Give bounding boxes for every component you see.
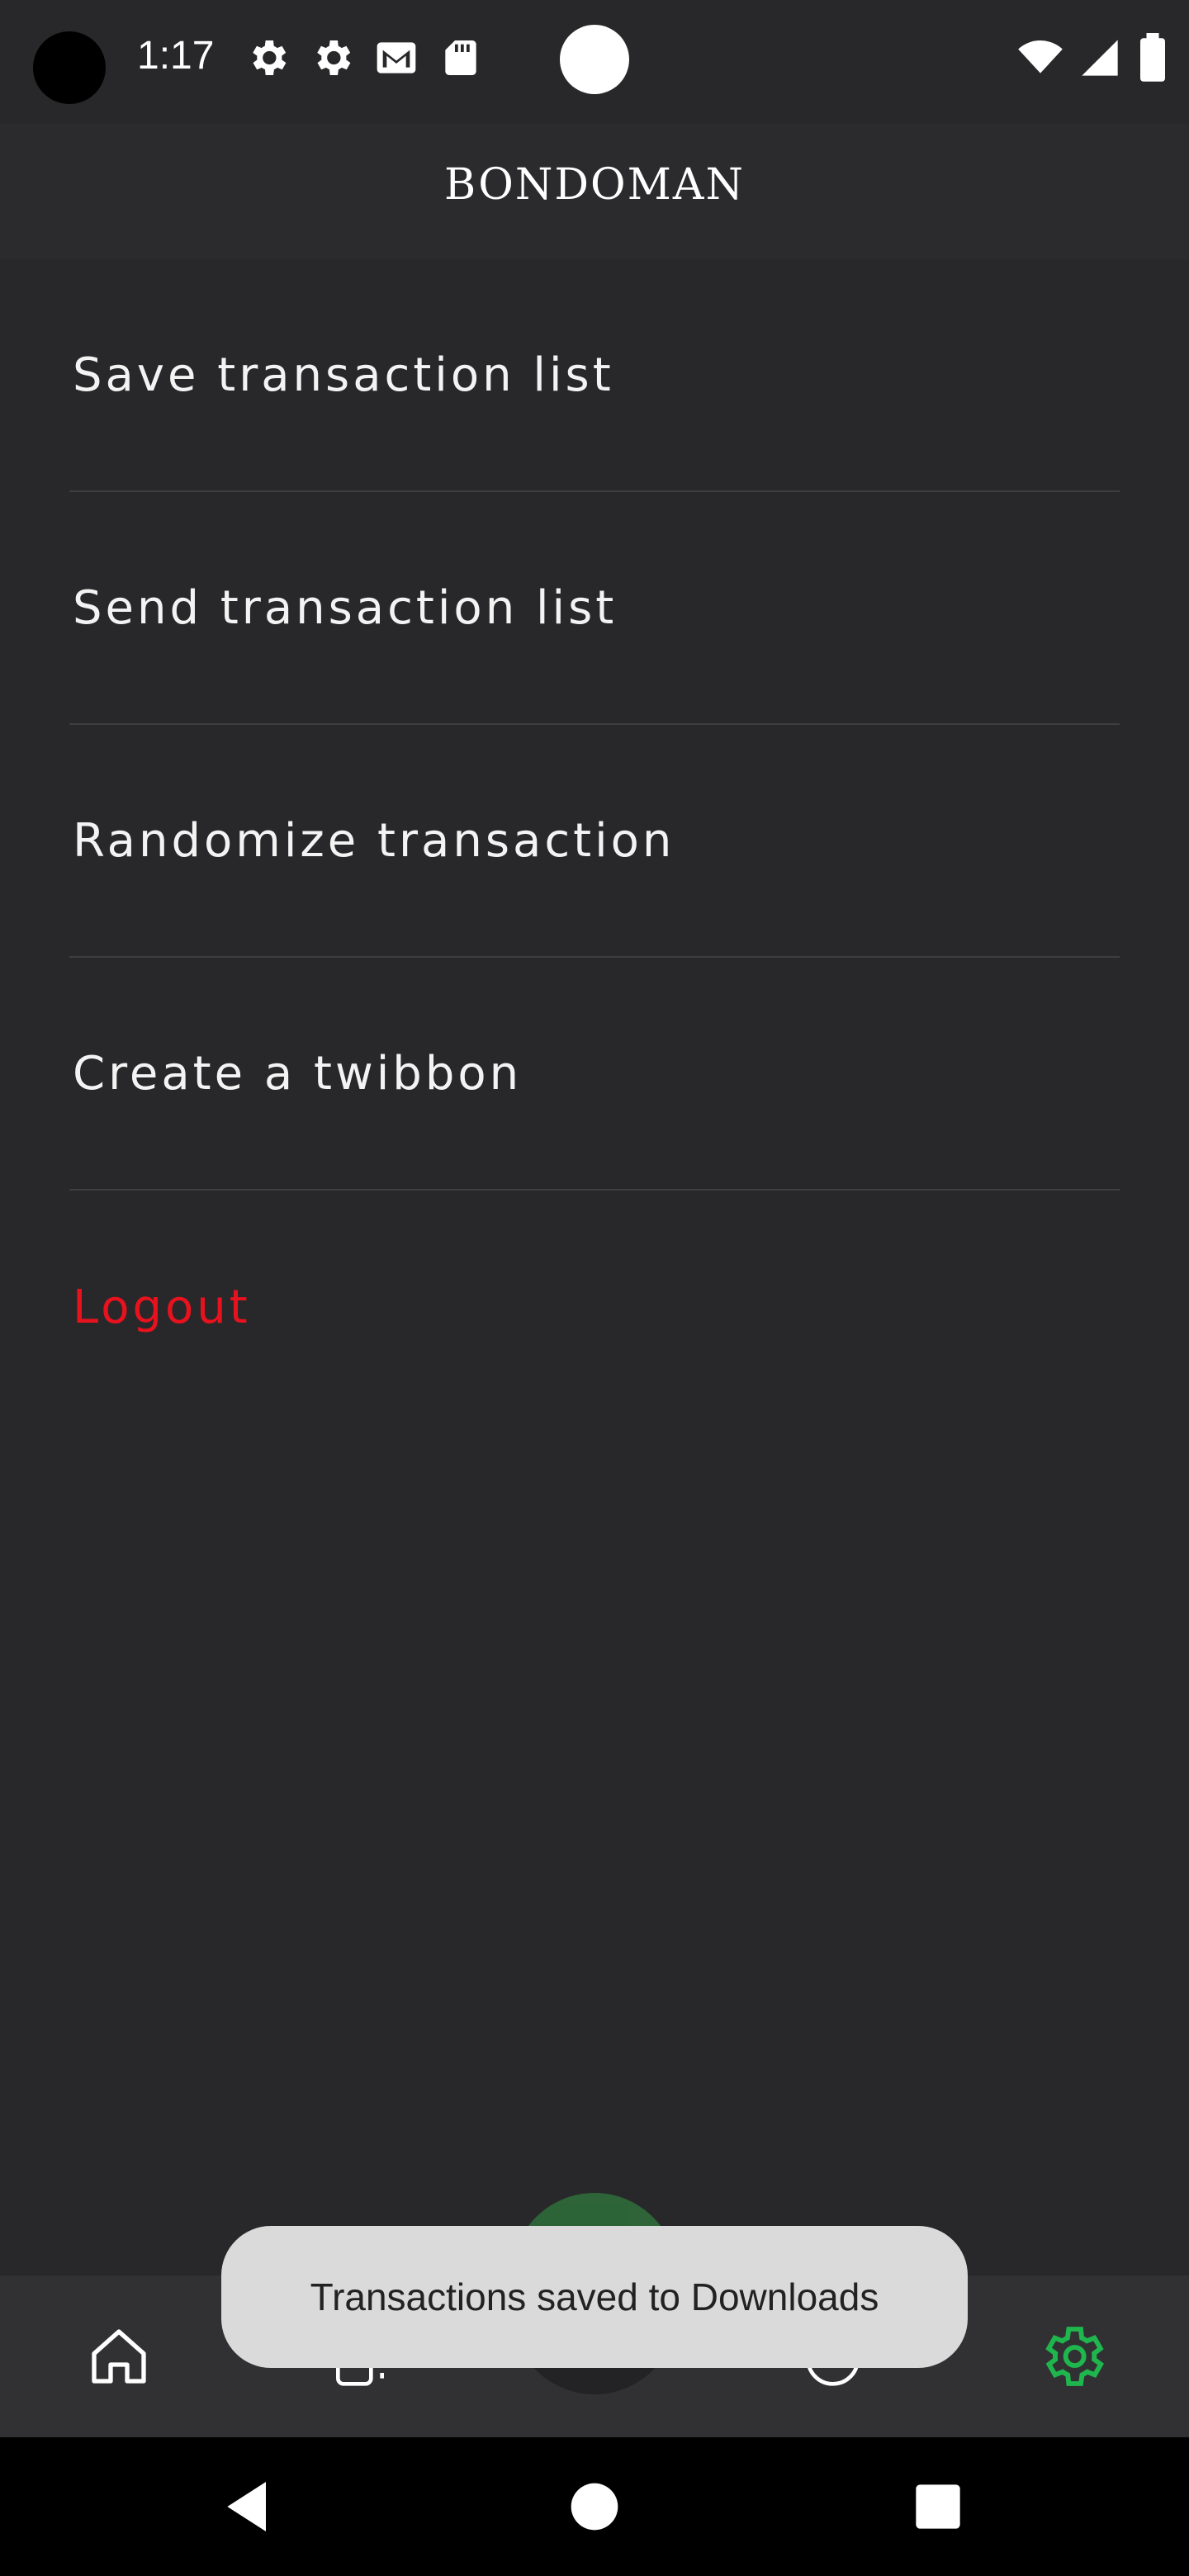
app-title: BONDOMAN [444, 160, 745, 210]
gmail-icon [373, 35, 419, 81]
status-time: 1:17 [137, 34, 215, 78]
toast-message: Transactions saved to Downloads [221, 2226, 968, 2368]
system-navigation-bar [0, 2437, 1189, 2576]
battery-icon [1140, 33, 1165, 82]
app-header: BONDOMAN [0, 124, 1189, 259]
back-icon[interactable] [216, 2474, 282, 2540]
status-bar: 1:17 [0, 0, 1189, 124]
notification-icons [244, 35, 484, 81]
settings-menu: Save transaction list Send transaction l… [69, 259, 1120, 1423]
sd-card-icon [438, 35, 484, 81]
signal-icon [1082, 40, 1118, 76]
settings-icon [244, 35, 291, 81]
create-twibbon-button[interactable]: Create a twibbon [69, 958, 1120, 1191]
recents-icon[interactable] [905, 2474, 971, 2540]
save-transaction-list-button[interactable]: Save transaction list [69, 259, 1120, 492]
home-circle-icon[interactable] [561, 2474, 628, 2540]
camera-cutout [33, 31, 106, 104]
settings-icon [309, 35, 355, 81]
center-dot [560, 25, 629, 94]
system-status-icons [1017, 33, 1169, 83]
randomize-transaction-button[interactable]: Randomize transaction [69, 725, 1120, 958]
logout-button[interactable]: Logout [69, 1191, 1120, 1423]
wifi-icon [1018, 40, 1063, 73]
home-icon[interactable] [79, 2317, 159, 2396]
send-transaction-list-button[interactable]: Send transaction list [69, 492, 1120, 725]
settings-icon[interactable] [1032, 2317, 1111, 2396]
